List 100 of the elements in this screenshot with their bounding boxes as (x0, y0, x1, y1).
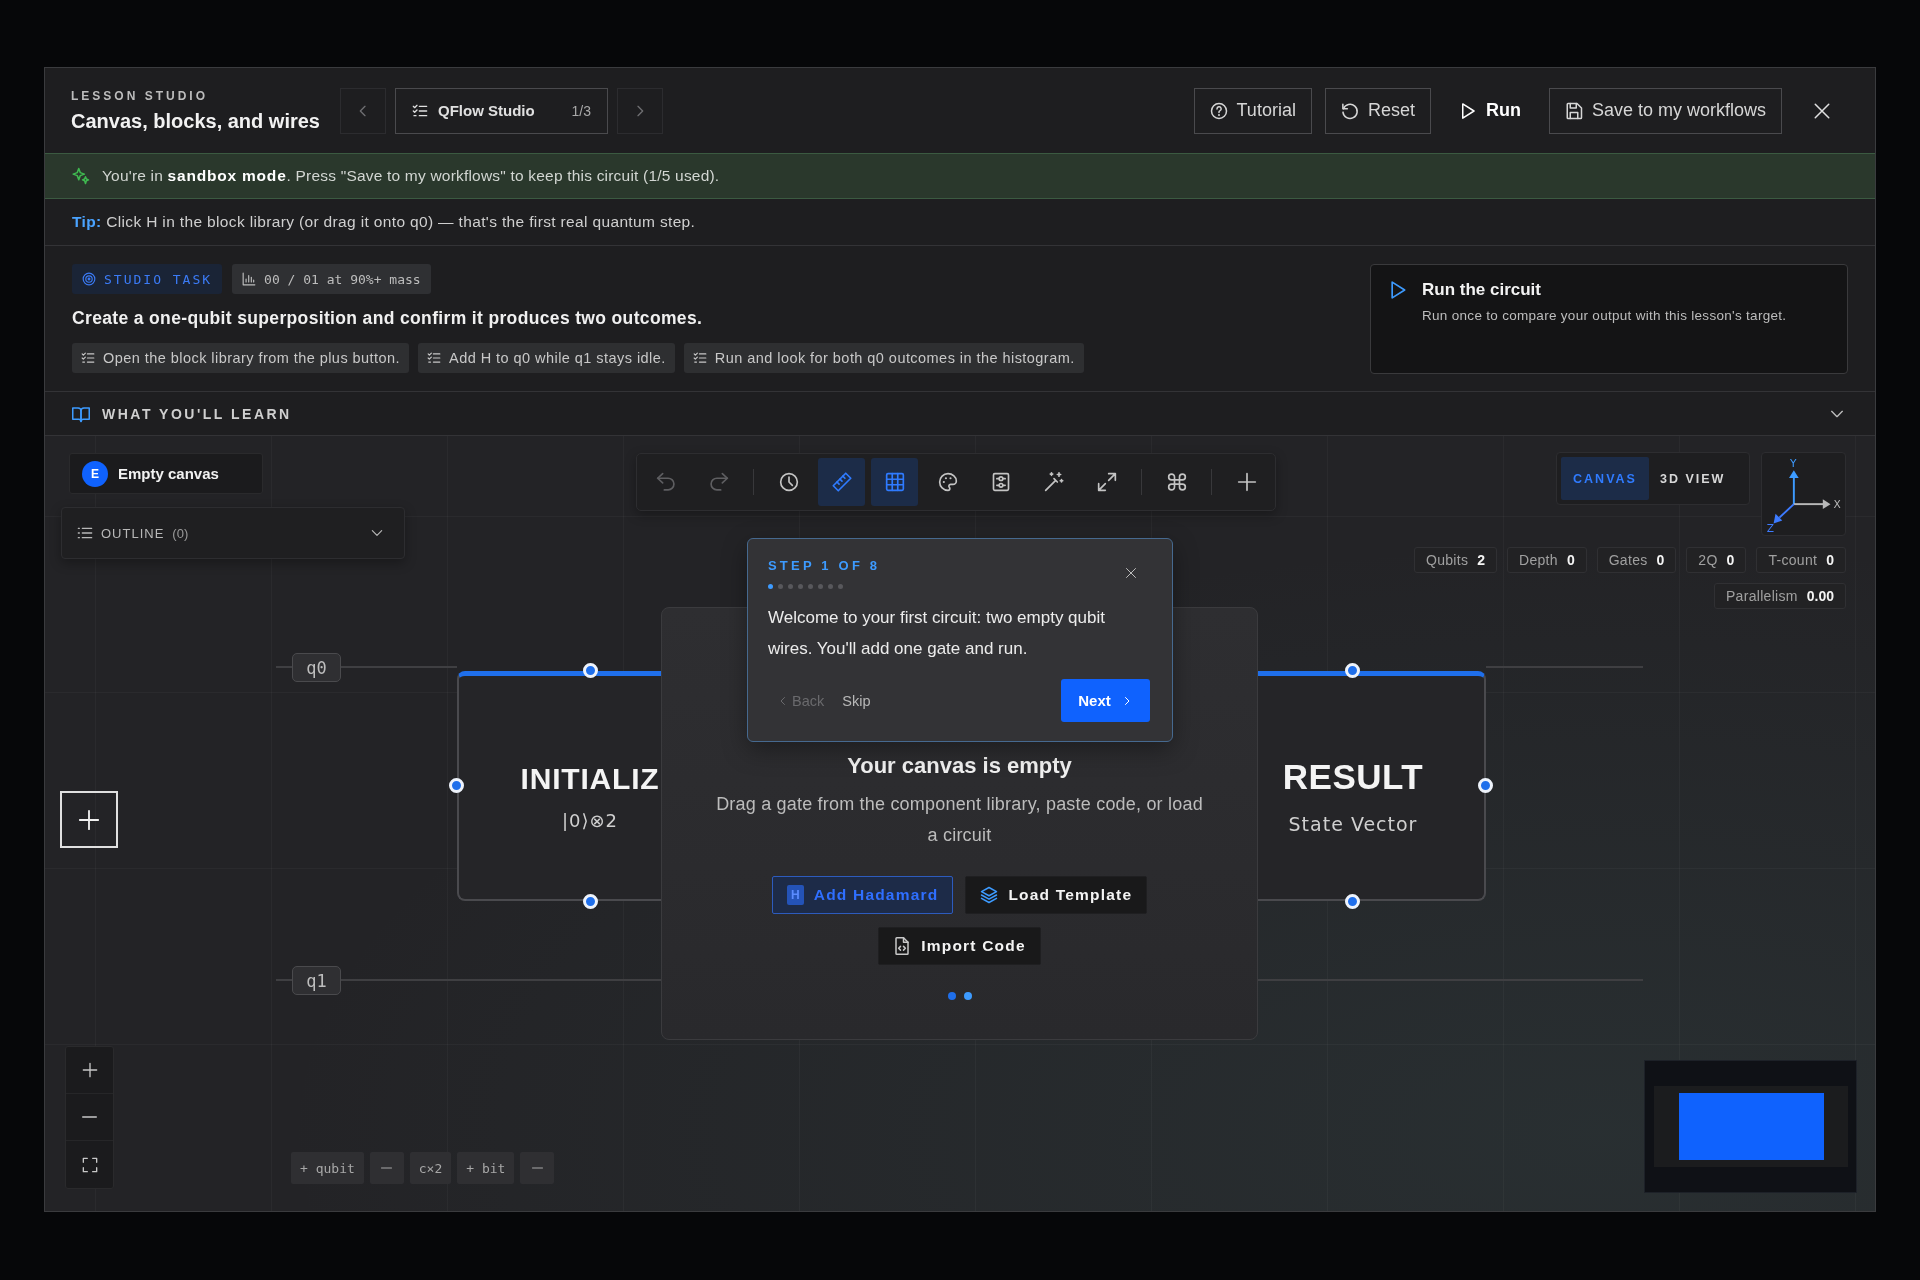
minimap[interactable] (1644, 1060, 1857, 1193)
circuit-block[interactable]: INITIALIZ |0⟩⊗2 (457, 671, 661, 901)
block-title: INITIALIZ (520, 762, 660, 797)
run-button[interactable]: Run (1443, 87, 1536, 134)
stat-value: 0 (1656, 552, 1665, 568)
plus-icon (78, 808, 100, 831)
checklist-icon (692, 351, 707, 365)
ruler-icon (831, 472, 852, 492)
axis-gizmo[interactable]: Y X Z (1761, 452, 1846, 536)
bar-chart-icon (242, 272, 257, 286)
load-template-button[interactable]: Load Template (965, 876, 1148, 914)
task-badge-label: STUDIO TASK (104, 271, 213, 287)
tour-step-label: STEP 1 OF 8 (768, 558, 881, 574)
axis-label: X (1833, 498, 1841, 511)
stat-label: Parallelism (1726, 588, 1798, 604)
empty-state-text: Drag a gate from the component library, paste code, or load a circuit (715, 793, 1204, 847)
block-subtitle: State Vector (1288, 812, 1418, 837)
plus-icon (1236, 472, 1257, 492)
reset-icon (1340, 101, 1359, 120)
save-button[interactable]: Save to my workflows (1548, 87, 1782, 134)
wire-label: q1 (292, 966, 341, 995)
expand-icon (1096, 472, 1117, 492)
outline-count: (0) (172, 525, 189, 541)
learn-section-title: WHAT YOU'LL LEARN (102, 405, 292, 422)
checklist-icon (81, 351, 95, 365)
stat-value: 0 (1726, 552, 1735, 568)
eyebrow-label: LESSON STUDIO (71, 88, 209, 103)
plus-icon (81, 1062, 98, 1078)
add-block-button[interactable] (60, 791, 118, 848)
avatar-icon: E (82, 460, 108, 487)
axis-label: Z (1766, 522, 1775, 535)
undo-icon (655, 472, 676, 492)
wire-label: q0 (292, 653, 341, 682)
gate-badge-icon: H (786, 885, 804, 905)
minus-icon (381, 1167, 393, 1169)
stat-value: 0 (1826, 552, 1834, 568)
minus-icon (82, 1116, 97, 1118)
loading-dot-icon (963, 992, 972, 1000)
goal-description: Run once to compare your output with this lesson's target. (1422, 308, 1787, 323)
block-title: RESULT (1282, 757, 1424, 798)
x-axis-arrow (1792, 499, 1831, 509)
ruler-tool-button[interactable] (818, 458, 865, 506)
wire-control-button[interactable]: + bit (457, 1152, 515, 1184)
close-icon (1125, 567, 1137, 579)
lesson-picker[interactable]: QFlow Studio 1/3 (395, 87, 608, 134)
task-heading: Create a one-qubit superposition and confirm it produces two outcomes. (72, 307, 703, 329)
sparkle-icon (72, 167, 90, 185)
step-text: Add H to q0 while q1 stays idle. (449, 350, 666, 366)
wire-control-button[interactable]: c×2 (409, 1152, 452, 1184)
file-chip[interactable]: E Empty canvas (69, 453, 263, 494)
checklist-icon (412, 102, 428, 119)
circuit-block[interactable]: RESULT State Vector (1258, 671, 1486, 901)
palette-icon (937, 472, 958, 492)
sliders-panel-icon (990, 472, 1011, 492)
tutorial-button[interactable]: Tutorial (1193, 87, 1312, 134)
outline-panel[interactable]: OUTLINE (0) (61, 507, 405, 559)
stat-label: Depth (1519, 552, 1558, 568)
view-tab[interactable]: CANVAS (1561, 457, 1649, 500)
fit-view-icon (81, 1156, 98, 1173)
wire-control-button[interactable]: + qubit (291, 1152, 364, 1184)
close-icon (1813, 101, 1831, 120)
banner-text: You're in sandbox mode. Press "Save to my workflows" to keep this circuit (1/5 used). (102, 167, 720, 185)
outline-label: OUTLINE (101, 525, 165, 541)
magic-wand-icon (1043, 472, 1064, 492)
z-axis-arrow (1773, 503, 1795, 524)
dialog-title: Canvas, blocks, and wires (71, 109, 320, 133)
import-code-button[interactable]: Import Code (878, 927, 1041, 965)
next-button[interactable]: Next (1061, 679, 1150, 722)
stat-value: 2 (1477, 552, 1485, 568)
y-axis-arrow (1789, 470, 1799, 506)
help-icon (1209, 101, 1228, 120)
layers-icon (980, 886, 999, 904)
book-icon (72, 404, 90, 423)
goal-title: Run the circuit (1422, 280, 1542, 300)
list-icon (77, 525, 93, 541)
tip-text: Tip: Click H in the block library (or drag it onto q0) — that's the first real quantum step. (72, 213, 696, 231)
step-text: Open the block library from the plus button. (103, 350, 401, 366)
history-icon (778, 472, 799, 492)
view-tab[interactable]: 3D VIEW (1651, 457, 1735, 500)
stat-label: Gates (1608, 552, 1648, 568)
reset-button[interactable]: Reset (1324, 87, 1431, 134)
file-name: Empty canvas (118, 465, 219, 482)
checklist-icon (427, 351, 442, 365)
stat-label: Qubits (1425, 552, 1469, 568)
step-text: Run and look for both q0 outcomes in the histogram. (714, 350, 1075, 366)
tour-text: Welcome to your first circuit: two empty qubit wires. You'll add one gate and run. (768, 607, 1106, 660)
grid-icon (884, 472, 905, 492)
stat-label: 2Q (1698, 552, 1718, 568)
redo-icon (708, 472, 729, 492)
minus-icon (531, 1167, 543, 1169)
stat-label: T-count (1768, 552, 1818, 568)
grid-tool-button[interactable] (871, 458, 918, 506)
target-icon (82, 272, 96, 286)
command-icon (1166, 472, 1187, 492)
empty-state-title: Your canvas is empty (847, 752, 1072, 780)
loading-dot-icon (947, 992, 956, 1000)
stat-value: 0.00 (1806, 588, 1834, 604)
skip-button[interactable]: Skip (842, 692, 871, 709)
code-file-icon (893, 937, 912, 955)
play-icon (1388, 280, 1408, 300)
